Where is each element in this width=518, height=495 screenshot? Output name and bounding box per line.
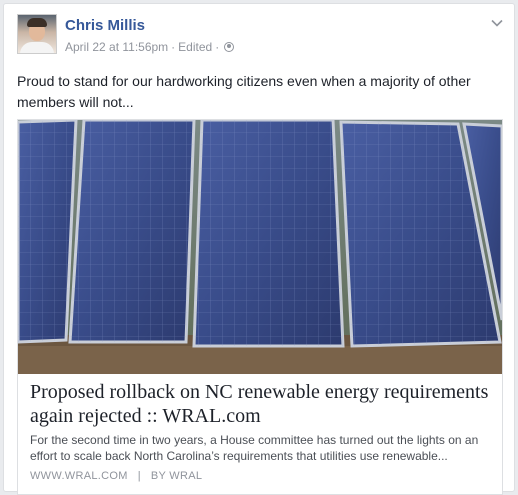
chevron-down-icon[interactable] (490, 16, 504, 30)
globe-icon[interactable] (224, 42, 235, 52)
post-meta: April 22 at 11:56pm · Edited · (65, 40, 235, 54)
link-description: For the second time in two years, a Hous… (30, 433, 479, 463)
edited-label[interactable]: Edited (178, 40, 212, 54)
source-divider: | (137, 470, 141, 482)
meta-separator: · (171, 40, 176, 54)
avatar[interactable] (17, 14, 57, 54)
link-domain: WWW.WRAL.COM (30, 470, 128, 482)
link-source: WWW.WRAL.COM | BY WRAL (30, 470, 202, 482)
avatar-hair (27, 18, 47, 27)
link-preview[interactable]: Proposed rollback on NC renewable energy… (17, 119, 503, 495)
link-image[interactable] (18, 120, 502, 374)
post-text: Proud to stand for our hardworking citiz… (17, 73, 471, 110)
avatar-shirt (20, 42, 54, 53)
meta-separator-2: · (215, 40, 220, 54)
post-card: Chris Millis April 22 at 11:56pm · Edited ·… (3, 3, 515, 495)
link-title[interactable]: Proposed rollback on NC renewable energy… (30, 380, 495, 428)
post-timestamp[interactable]: April 22 at 11:56pm (65, 40, 168, 54)
link-byline: BY WRAL (150, 470, 203, 482)
author-name[interactable]: Chris Millis (65, 17, 145, 34)
